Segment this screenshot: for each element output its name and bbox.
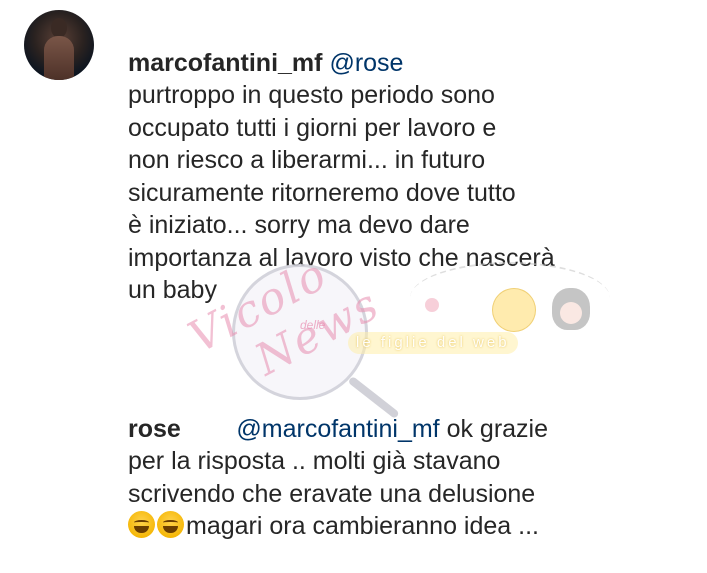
watermark-banner: le figlie del web (348, 332, 518, 354)
username[interactable]: marcofantini_mf (128, 49, 322, 77)
comment-text: marcofantini_mf @rose purtroppo in quest… (128, 14, 555, 307)
comment-line: ok grazie (439, 414, 549, 443)
watermark-small-text: delle (300, 318, 326, 332)
laughing-emoji-icon (128, 511, 155, 538)
comment-line: un baby (128, 276, 217, 304)
comment-text: rose @marcofantini_mf ok grazie per la r… (128, 380, 548, 543)
avatar[interactable] (24, 10, 94, 80)
username[interactable]: rose (128, 415, 181, 443)
comment-line: occupato tutti i giorni per lavoro e (128, 113, 497, 142)
comment-line: è iniziato... sorry ma devo dare (128, 211, 470, 239)
cartoon-girl-icon (552, 288, 590, 330)
comment-line: non riesco a liberarmi... in futuro (128, 146, 486, 174)
mention-link[interactable]: @rose (329, 49, 403, 77)
comment-line: importanza al lavoro visto che nascerà (128, 243, 555, 272)
comment-line: per la risposta .. molti già stavano (128, 447, 501, 475)
mention-link[interactable]: @marcofantini_mf (236, 415, 439, 443)
laughing-emoji-icon (157, 511, 184, 538)
comment-rose: rose @marcofantini_mf ok grazie per la r… (0, 370, 707, 540)
comment-line: magari ora cambieranno idea ... (186, 512, 539, 540)
comment-marcofantini: marcofantini_mf @rose purtroppo in quest… (0, 0, 707, 304)
comment-line: scrivendo che eravate una delusione (128, 479, 536, 508)
comment-line: sicuramente ritorneremo dove tutto (128, 178, 516, 207)
comment-line: purtroppo in questo periodo sono (128, 81, 495, 109)
